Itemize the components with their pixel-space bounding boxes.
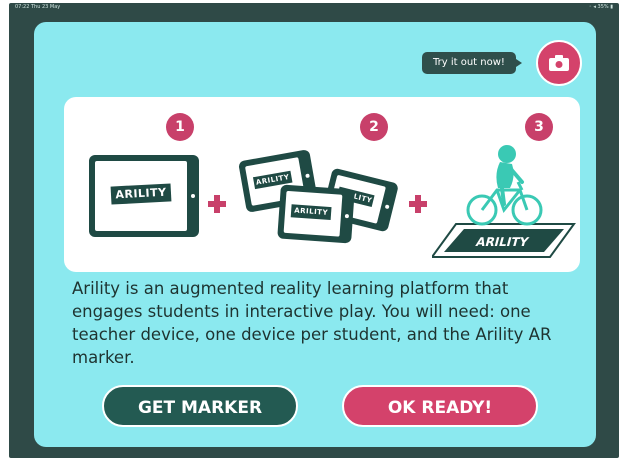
steps-panel: 1 2 3 ARILITY ARILITY ARILITY ARILITY AR… [64, 97, 580, 272]
status-time: 07:22 Thu 23 May [15, 4, 61, 10]
plus-icon-1 [208, 195, 226, 213]
try-it-tooltip: Try it out now! [422, 52, 522, 74]
teacher-tablet-illustration: ARILITY [89, 155, 199, 237]
camera-icon [549, 55, 569, 71]
plus-icon-2 [409, 195, 427, 213]
get-marker-button[interactable]: GET MARKER [102, 385, 298, 427]
arility-logo: ARILITY [290, 204, 332, 221]
student-tablet-illustration-c: ARILITY [277, 184, 355, 244]
status-battery: ◦ ◂ 35% ▮ [588, 4, 613, 10]
camera-button[interactable] [536, 40, 582, 86]
description-text: Arility is an augmented reality learning… [72, 279, 552, 367]
intro-card: Try it out now! 1 2 3 ARILITY ARILITY AR… [34, 22, 596, 447]
ar-marker-bike-illustration: ARILITY [432, 145, 576, 258]
ok-ready-button[interactable]: OK READY! [342, 385, 538, 427]
step-number-1: 1 [166, 113, 194, 141]
battery-level: 35% [597, 4, 609, 10]
step-number-3: 3 [525, 113, 553, 141]
step-number-2: 2 [360, 113, 388, 141]
arility-logo: ARILITY [110, 183, 172, 205]
arility-marker-text: ARILITY [474, 235, 530, 249]
status-bar: 07:22 Thu 23 May ◦ ◂ 35% ▮ [9, 3, 619, 12]
